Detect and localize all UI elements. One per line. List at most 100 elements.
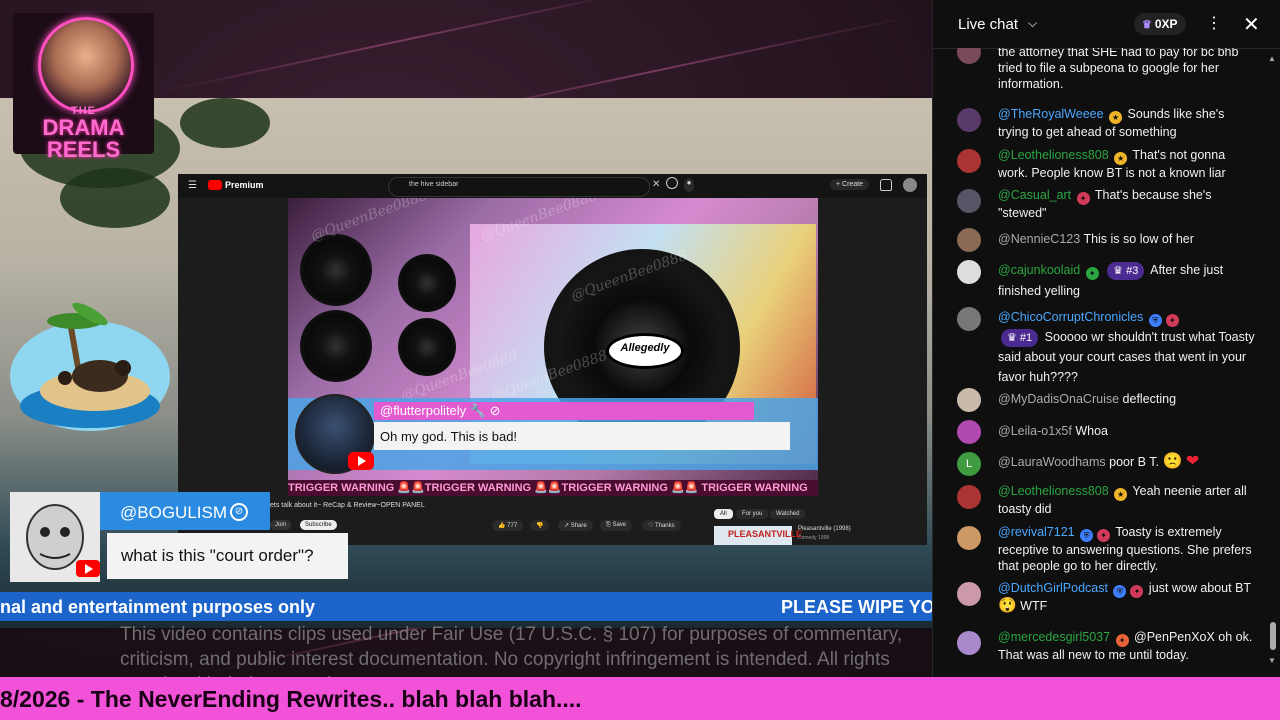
comment-card-text: what is this "court order"? xyxy=(121,546,314,565)
chat-message-text: @LauraWoodhams poor B T. 🙁 ❤ xyxy=(998,453,1200,470)
chat-author[interactable]: @revival7121 xyxy=(998,525,1075,539)
video-title[interactable]: ets talk about it~ ReCap & Review~OPEN P… xyxy=(270,502,425,509)
subscribe-button[interactable]: Subscribe xyxy=(300,520,337,530)
shield-badge-icon: ⛨ xyxy=(1148,314,1162,327)
chat-avatar xyxy=(957,420,981,444)
chat-avatar xyxy=(957,228,981,252)
chat-author[interactable]: @DutchGirlPodcast xyxy=(998,581,1108,595)
scroll-up-icon[interactable]: ▲ xyxy=(1268,54,1276,63)
crown-icon: ♛ xyxy=(1142,19,1152,31)
chat-author[interactable]: @LauraWoodhams xyxy=(998,455,1106,469)
thanks-button[interactable]: ♡ Thanks xyxy=(642,520,681,531)
chat-message-text: @Casual_art ✦ That's because she's "stew… xyxy=(998,188,1212,220)
featured-comment-username: @flutterpolitely 🔧 ⊘ xyxy=(380,403,501,418)
chat-author[interactable]: @ChicoCorruptChronicles xyxy=(998,310,1143,324)
chat-message-text: the attorney that SHE had to pay for bc … xyxy=(998,48,1239,91)
chat-message-text: @NennieC123 This is so low of her xyxy=(998,232,1194,246)
member-badge-icon: ✦ xyxy=(1130,585,1144,598)
verified-icon: ⊘ xyxy=(230,503,248,521)
chat-author[interactable]: @TheRoyalWeeee xyxy=(998,107,1104,121)
play-icon xyxy=(358,456,366,466)
play-icon xyxy=(85,564,93,574)
youtube-search-input[interactable]: the hive sidebar xyxy=(388,177,650,197)
like-button[interactable]: 👍 777 xyxy=(492,520,524,531)
chip-all[interactable]: All xyxy=(714,509,733,519)
banner-text: 8/2026 - The NeverEnding Rewrites.. blah… xyxy=(0,686,582,712)
chat-avatar: L xyxy=(957,452,981,476)
chat-author[interactable]: @cajunkoolaid xyxy=(998,263,1080,277)
scroll-down-icon[interactable]: ▼ xyxy=(1268,656,1276,665)
chevron-down-icon[interactable]: ⌵ xyxy=(1028,16,1037,31)
chat-message-text: @ChicoCorruptChronicles ⛨ ✦ ♛ #1 Sooooo wr… xyxy=(998,310,1255,384)
search-icon[interactable] xyxy=(666,177,678,189)
chat-avatar xyxy=(957,149,981,173)
chat-message-text: @cajunkoolaid ✦ ♛ #3 After she just fini… xyxy=(998,262,1224,298)
sidebar-video-title[interactable]: Pleasantville (1998) xyxy=(798,526,851,532)
chat-avatar xyxy=(957,189,981,213)
chat-avatar xyxy=(957,260,981,284)
chat-message-text: @TheRoyalWeeee ★ Sounds like she's tryin… xyxy=(998,107,1225,139)
live-chat-panel: Live chat ⌵ ♛ 0XP ⋮ ✕ the attorney that S… xyxy=(932,0,1280,677)
allegedly-logo: Allegedly xyxy=(606,333,684,369)
create-button[interactable]: + Create xyxy=(830,179,870,190)
member-badge-icon: ✦ xyxy=(1097,529,1111,542)
drama-reels-logo: THE DRAMA REELS xyxy=(13,13,154,161)
shield-badge-icon: ⛨ xyxy=(1113,585,1127,598)
chat-author[interactable]: @mercedesgirl5037 xyxy=(998,630,1110,644)
vinyl-disc xyxy=(300,234,372,306)
xp-badge[interactable]: ♛ 0XP xyxy=(1134,13,1186,35)
menu-icon[interactable]: ☰ xyxy=(188,180,197,191)
wrench-icon: 🔧 xyxy=(469,403,486,418)
dislike-button[interactable]: 👎 xyxy=(530,520,550,531)
chat-avatar xyxy=(957,582,981,606)
rank-badge: ♛ #3 xyxy=(1107,262,1145,280)
vinyl-disc xyxy=(398,318,456,376)
featured-comment-text: Oh my god. This is bad! xyxy=(380,429,518,444)
youtube-logo-icon[interactable] xyxy=(208,180,222,190)
chat-author[interactable]: @Leothelioness808 xyxy=(998,148,1109,162)
ticker-text-left: nal and entertainment purposes only xyxy=(0,597,316,617)
chat-author[interactable]: @Leila-o1x5f xyxy=(998,424,1072,438)
chat-scrollbar[interactable] xyxy=(1270,622,1276,650)
member-badge-icon: ✦ xyxy=(1076,192,1090,205)
chat-avatar xyxy=(957,485,981,509)
bottom-banner: 8/2026 - The NeverEnding Rewrites.. blah… xyxy=(0,677,1280,720)
close-icon[interactable]: ✕ xyxy=(1243,12,1260,37)
join-button[interactable]: Join xyxy=(270,520,292,530)
comment-card-username: @BOGULISM xyxy=(120,503,227,522)
logo-line2: DRAMA REELS xyxy=(42,115,125,162)
chat-message-text: @revival7121 ⛨ ✦ Toasty is extremely rece… xyxy=(998,525,1252,573)
member-badge-icon: ✦ xyxy=(1085,267,1099,280)
chat-avatar xyxy=(957,388,981,412)
more-options-icon[interactable]: ⋮ xyxy=(1206,13,1222,33)
chat-avatar xyxy=(957,48,981,64)
chip-watched[interactable]: Watched xyxy=(770,509,806,519)
news-ticker: nal and entertainment purposes only PLEA… xyxy=(0,592,932,621)
rank-badge: ♛ #1 xyxy=(1001,329,1039,347)
account-avatar[interactable] xyxy=(903,178,917,192)
member-badge-icon: ✦ xyxy=(1115,634,1129,647)
chat-avatar xyxy=(957,631,981,655)
sidebar-video-subtitle: Comedy 1998 xyxy=(798,535,830,541)
shield-badge-icon: ⛨ xyxy=(1080,529,1094,542)
share-button[interactable]: ↗ Share xyxy=(558,520,593,531)
thumbnail-title: PLEASANTVILLE xyxy=(728,529,803,539)
save-button[interactable]: ⎘ Save xyxy=(600,520,633,531)
chat-author[interactable]: @MyDadisOnaCruise xyxy=(998,392,1119,406)
microphone-icon[interactable]: ● xyxy=(684,178,694,192)
scorpion-island-sticker xyxy=(10,302,170,431)
star-badge-icon: ★ xyxy=(1114,152,1128,165)
chat-title[interactable]: Live chat xyxy=(958,16,1018,33)
face-emoji-icon: 🙁 xyxy=(1162,453,1183,470)
chat-author[interactable]: @Casual_art xyxy=(998,188,1071,202)
trigger-warning-banner: TRIGGER WARNING 🚨🚨TRIGGER WARNING 🚨🚨TRIG… xyxy=(288,480,818,496)
chat-message-text: @DutchGirlPodcast ⛨ ✦ just wow about BT 😲… xyxy=(998,581,1251,614)
clear-search-icon[interactable]: ✕ xyxy=(652,179,660,190)
chat-author[interactable]: @NennieC123 xyxy=(998,232,1080,246)
chat-author[interactable]: @Leothelioness808 xyxy=(998,484,1109,498)
inner-youtube-window: ☰ Premium the hive sidebar ✕ ● + Create … xyxy=(178,174,927,545)
notifications-bell-icon[interactable] xyxy=(880,179,892,191)
star-badge-icon: ★ xyxy=(1114,488,1128,501)
chip-for-you[interactable]: For you xyxy=(736,509,769,519)
chat-message-text: @MyDadisOnaCruise deflecting xyxy=(998,392,1177,406)
